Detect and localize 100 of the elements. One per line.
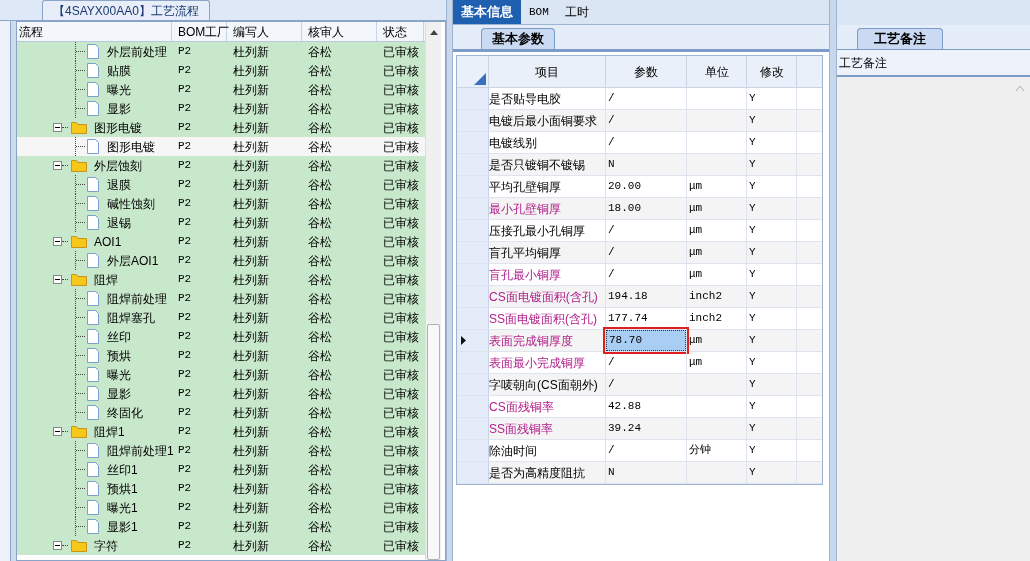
tree-row[interactable]: 丝印1 P2 杜列新 谷松 已审核 (17, 460, 425, 479)
table-cell[interactable]: / (606, 132, 686, 153)
table-cell-text: P2 (177, 63, 193, 79)
tree-row[interactable]: 曝光 P2 杜列新 谷松 已审核 (17, 365, 425, 384)
column-header[interactable]: 项目 (489, 56, 606, 87)
table-cell[interactable]: 20.00 (606, 176, 686, 197)
column-header[interactable]: 状态 (377, 22, 424, 41)
collapse-toggle[interactable] (53, 275, 62, 284)
table-cell[interactable]: 78.70 (606, 330, 686, 351)
document-icon (87, 253, 99, 268)
tree-row[interactable]: 外层前处理 P2 杜列新 谷松 已审核 (17, 42, 425, 61)
table-cell[interactable]: 177.74 (606, 308, 686, 329)
table-cell[interactable]: / (606, 440, 686, 461)
tree-row[interactable]: 字符 P2 杜列新 谷松 已审核 (17, 536, 425, 555)
table-cell[interactable]: / (606, 264, 686, 285)
table-cell-text: 杜列新 (232, 309, 270, 327)
document-icon (87, 481, 99, 496)
table-cell-text: P2 (177, 253, 193, 269)
subtab[interactable]: 工艺备注 (857, 28, 943, 49)
panel-title-tab[interactable]: 【4SAYX00AA0】工艺流程 (42, 0, 210, 20)
collapse-toggle[interactable] (53, 237, 62, 246)
notes-field[interactable] (837, 77, 1030, 561)
tree-row[interactable]: 丝印 P2 杜列新 谷松 已审核 (17, 327, 425, 346)
tree-row[interactable]: 贴膜 P2 杜列新 谷松 已审核 (17, 61, 425, 80)
tab[interactable]: 工时 (556, 0, 597, 24)
table-cell[interactable]: 18.00 (606, 198, 686, 219)
collapse-toggle[interactable] (53, 541, 62, 550)
table-cell-text: 谷松 (307, 252, 333, 270)
table-cell-text: P2 (177, 82, 193, 98)
tree-row[interactable]: 预烘 P2 杜列新 谷松 已审核 (17, 346, 425, 365)
tree-row[interactable]: 阻焊1 P2 杜列新 谷松 已审核 (17, 422, 425, 441)
column-header[interactable]: 流程 (17, 22, 172, 41)
table-cell[interactable]: / (606, 110, 686, 131)
table-cell: Y (747, 220, 797, 241)
table-cell-text: 杜列新 (232, 366, 270, 384)
table-cell[interactable]: 42.88 (606, 396, 686, 417)
tree-row[interactable]: AOI1 P2 杜列新 谷松 已审核 (17, 232, 425, 251)
document-icon (87, 215, 99, 230)
table-cell[interactable]: / (606, 352, 686, 373)
scroll-up-icon[interactable] (429, 29, 438, 35)
tree-row[interactable]: 图形电镀 P2 杜列新 谷松 已审核 (17, 137, 425, 156)
document-icon (87, 462, 99, 477)
tree-row[interactable]: 阻焊 P2 杜列新 谷松 已审核 (17, 270, 425, 289)
column-header[interactable]: BOM工厂 (172, 22, 227, 41)
table-cell: Y (747, 462, 797, 483)
tree-label: 图形电镀 (94, 119, 142, 137)
row-header[interactable] (457, 330, 489, 351)
tree-row[interactable]: 图形电镀 P2 杜列新 谷松 已审核 (17, 118, 425, 137)
document-icon (87, 348, 99, 363)
tree-row[interactable]: 退膜 P2 杜列新 谷松 已审核 (17, 175, 425, 194)
table-cell: Y (747, 396, 797, 417)
tree-row[interactable]: 曝光1 P2 杜列新 谷松 已审核 (17, 498, 425, 517)
tree-row[interactable]: 外层蚀刻 P2 杜列新 谷松 已审核 (17, 156, 425, 175)
collapse-toggle[interactable] (53, 427, 62, 436)
tree-label: 曝光 (107, 366, 131, 384)
table-cell[interactable]: 39.24 (606, 418, 686, 439)
column-header[interactable]: 参数 (606, 56, 687, 87)
collapse-toggle[interactable] (53, 123, 62, 132)
table-cell[interactable]: N (606, 462, 686, 483)
tree-row[interactable]: 退锡 P2 杜列新 谷松 已审核 (17, 213, 425, 232)
tree-row[interactable]: 阻焊塞孔 P2 杜列新 谷松 已审核 (17, 308, 425, 327)
collapse-toggle[interactable] (53, 161, 62, 170)
tree-row[interactable]: 显影 P2 杜列新 谷松 已审核 (17, 384, 425, 403)
tree-row[interactable]: 预烘1 P2 杜列新 谷松 已审核 (17, 479, 425, 498)
table-cell-text: 已审核 (382, 328, 420, 346)
table-cell-text: 已审核 (382, 233, 420, 251)
tree-row[interactable]: 显影1 P2 杜列新 谷松 已审核 (17, 517, 425, 536)
tree-row[interactable]: 阻焊前处理1 P2 杜列新 谷松 已审核 (17, 441, 425, 460)
table-cell-text: 已审核 (382, 423, 420, 441)
column-header[interactable]: 核审人 (302, 22, 377, 41)
tab[interactable]: 基本信息 (453, 0, 521, 24)
table-cell[interactable]: N (606, 154, 686, 175)
tree-row[interactable]: 碱性蚀刻 P2 杜列新 谷松 已审核 (17, 194, 425, 213)
tree-row[interactable]: 显影 P2 杜列新 谷松 已审核 (17, 99, 425, 118)
table-cell-text: P2 (177, 44, 193, 60)
subtab[interactable]: 基本参数 (481, 28, 555, 49)
table-cell[interactable]: / (606, 374, 686, 395)
table-cell-text: 谷松 (307, 195, 333, 213)
tree-row[interactable]: 终固化 P2 杜列新 谷松 已审核 (17, 403, 425, 422)
table-cell: inch2 (687, 286, 747, 307)
tree-row[interactable]: 阻焊前处理 P2 杜列新 谷松 已审核 (17, 289, 425, 308)
table-cell[interactable]: / (606, 242, 686, 263)
table-cell-text: P2 (177, 519, 193, 535)
table-cell[interactable]: / (606, 220, 686, 241)
tree-row[interactable]: 外层AOI1 P2 杜列新 谷松 已审核 (17, 251, 425, 270)
document-icon (87, 329, 99, 344)
table-cell[interactable]: 194.18 (606, 286, 686, 307)
table-cell-text: 谷松 (307, 62, 333, 80)
scroll-thumb[interactable] (427, 324, 440, 560)
table-cell[interactable]: / (606, 88, 686, 109)
tree-row[interactable]: 曝光 P2 杜列新 谷松 已审核 (17, 80, 425, 99)
column-header[interactable]: 修改 (747, 56, 797, 87)
folder-icon (71, 121, 87, 134)
tab[interactable]: BOM (521, 0, 557, 24)
table-cell-text: P2 (177, 272, 193, 288)
column-header[interactable]: 单位 (687, 56, 747, 87)
scrollbar[interactable] (425, 22, 441, 560)
table-cell-text: 谷松 (307, 290, 333, 308)
table-cell-text: 杜列新 (232, 214, 270, 232)
splitter[interactable] (829, 0, 837, 561)
